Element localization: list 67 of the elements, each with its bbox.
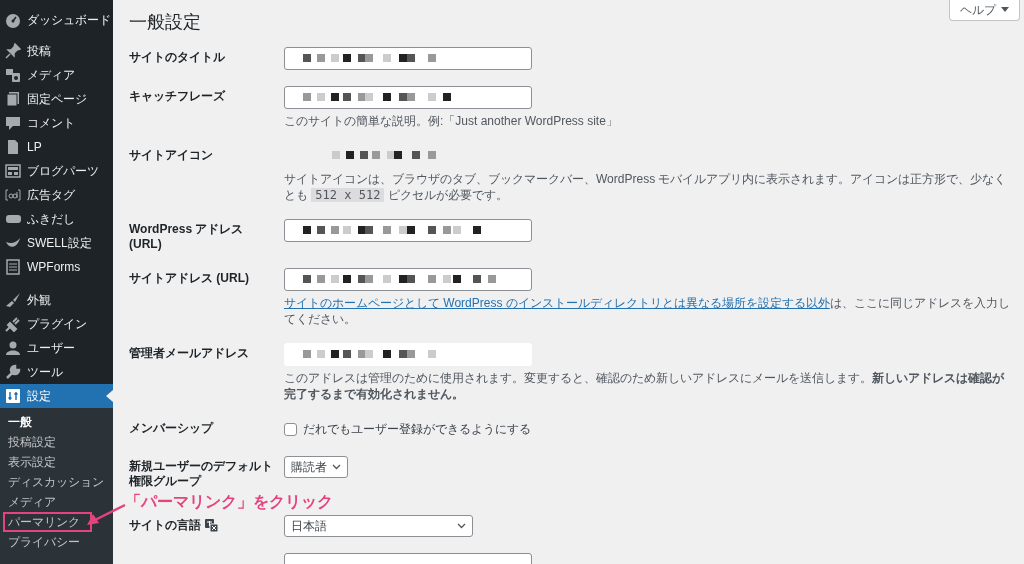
select-field[interactable]: 購読者 <box>284 456 348 478</box>
field-label: キャッチフレーズ <box>129 88 225 104</box>
layout-icon <box>5 163 21 179</box>
submenu-item[interactable]: プライバシー <box>3 532 86 552</box>
menu-item[interactable]: 外観 <box>0 288 113 312</box>
field-label: WordPress アドレス (URL) <box>129 221 245 252</box>
submenu-item[interactable]: 投稿設定 <box>3 432 62 452</box>
description-link[interactable]: サイトのホームページとして WordPress のインストールディレクトリとは異なる場所を設定する以外 <box>284 296 830 310</box>
gauge-icon <box>5 12 21 28</box>
chevron-icon <box>332 464 341 470</box>
description-text: このアドレスは管理のために使用されます。変更すると、確認のため新しいアドレスにメールを送信します。新しいアドレスは確認が完了するまで有効化されません。 <box>284 370 1006 402</box>
wrench-icon <box>5 364 21 380</box>
field-label: サイトのタイトル <box>129 49 225 65</box>
field-label: サイトアイコン <box>129 147 213 163</box>
form-icon <box>5 259 21 275</box>
user-icon <box>5 340 21 356</box>
submenu-item[interactable]: 表示設定 <box>3 452 62 472</box>
menu-item[interactable]: 設定 <box>0 384 113 408</box>
menu-item[interactable]: SWELL設定 <box>0 231 113 255</box>
input-field[interactable] <box>284 219 532 242</box>
select-field[interactable]: 日本語 <box>284 515 473 537</box>
menu-item[interactable]: ツール <box>0 360 113 384</box>
annotation-arrow <box>85 502 127 528</box>
page-icon <box>5 139 21 155</box>
menu-item[interactable]: 固定ページ <box>0 87 113 111</box>
submenu-item[interactable]: パーマリンク <box>3 512 92 532</box>
menu-item[interactable]: 広告タグ <box>0 183 113 207</box>
description-text: サイトのホームページとして WordPress のインストールディレクトリとは異なる場所を設定する以外は、ここに同じアドレスを入力してください。 <box>284 295 1011 327</box>
sliders-icon <box>5 388 21 404</box>
checkbox[interactable] <box>284 422 297 436</box>
pages-icon <box>5 91 21 107</box>
menu-item[interactable]: コメント <box>0 111 113 135</box>
menu-item[interactable]: ブログパーツ <box>0 159 113 183</box>
input-field[interactable] <box>284 343 532 366</box>
page-title: 一般設定 <box>129 11 201 33</box>
input-field[interactable] <box>284 86 532 109</box>
caret-icon <box>1001 7 1009 13</box>
input-field[interactable] <box>284 47 532 70</box>
menu-item[interactable]: ダッシュボード <box>0 8 113 32</box>
description-text: サイトアイコンは、ブラウザのタブ、ブックマークバー、WordPress モバイルアプリ内に表示されます。アイコンは正方形で、少なくとも 512 x 512 ピクセルが必要です。 <box>284 171 1008 203</box>
menu-item[interactable]: LP <box>0 135 113 159</box>
field-label: メンバーシップ <box>129 420 213 436</box>
ad-tag-icon <box>5 187 21 203</box>
field-label: サイトアドレス (URL) <box>129 270 249 286</box>
description-text: このサイトの簡単な説明。例:「Just another WordPress site」 <box>284 113 619 129</box>
menu-item[interactable]: プラグイン <box>0 312 113 336</box>
input-field[interactable] <box>284 268 532 291</box>
submenu-item[interactable]: ディスカッション <box>3 472 110 492</box>
chevron-icon <box>457 523 466 529</box>
submenu-item[interactable]: メディア <box>3 492 62 512</box>
plug-icon <box>5 316 21 332</box>
checkbox-label: だれでもユーザー登録ができるようにする <box>303 422 531 436</box>
menu-item[interactable]: WPForms <box>0 255 113 279</box>
help-button[interactable]: ヘルプ <box>949 0 1020 21</box>
brush-icon <box>5 292 21 308</box>
menu-item[interactable]: ユーザー <box>0 336 113 360</box>
field-label: サイトの言語 <box>129 515 218 533</box>
menu-item[interactable]: メディア <box>0 63 113 87</box>
menu-item[interactable]: 投稿 <box>0 39 113 63</box>
submenu-item[interactable]: 一般 <box>3 412 38 432</box>
field-label: 管理者メールアドレス <box>129 345 249 361</box>
speech-bubble-icon <box>5 115 21 131</box>
media-icon <box>5 67 21 83</box>
pin-icon <box>5 43 21 59</box>
menu-item[interactable]: ふきだし <box>0 207 113 231</box>
annotation-text: 「パーマリンク」をクリック <box>125 493 333 511</box>
field-label: 新規ユーザーのデフォルト権限グループ <box>129 458 274 489</box>
